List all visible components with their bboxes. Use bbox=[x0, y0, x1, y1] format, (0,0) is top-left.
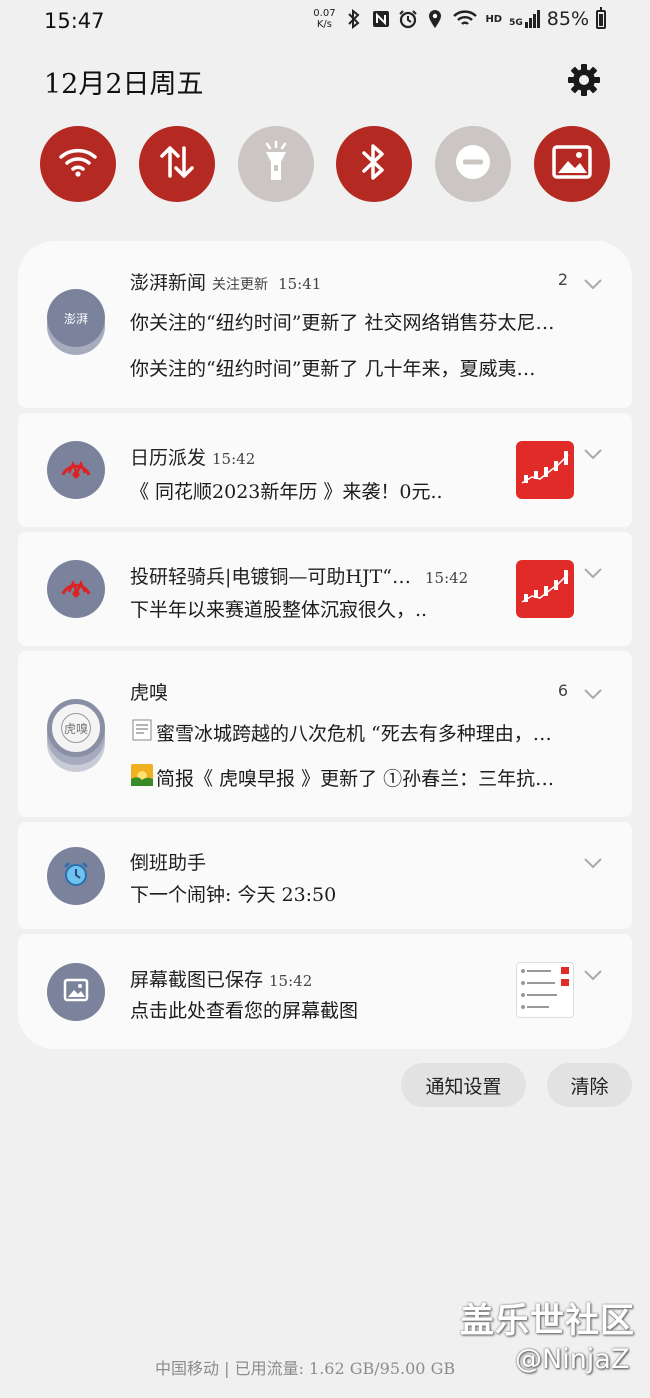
notification-time: 15:42 bbox=[212, 450, 256, 468]
chevron-down-icon[interactable] bbox=[584, 445, 602, 460]
settings-gear-icon[interactable] bbox=[566, 62, 602, 98]
watermark-community: 盖乐世社区 bbox=[460, 1301, 635, 1341]
playing-cards-icon bbox=[59, 455, 93, 485]
app-name: 倒班助手 bbox=[130, 852, 207, 874]
bluetooth-icon bbox=[361, 142, 387, 186]
image-icon bbox=[63, 978, 89, 1006]
app-icon-tonghuashun bbox=[47, 560, 105, 618]
playing-cards-icon bbox=[59, 574, 93, 604]
app-icon-screenshot bbox=[47, 963, 105, 1021]
status-time: 15:47 bbox=[44, 9, 105, 33]
notification-count: 2 bbox=[557, 270, 568, 289]
status-icons: 0.07 K/s HD 5G 85% bbox=[311, 6, 606, 30]
notification-line: 点击此处查看您的屏幕截图 bbox=[130, 1000, 359, 1022]
quick-toggles bbox=[40, 126, 610, 202]
screenshot-thumbnail bbox=[516, 962, 574, 1018]
notification-time: 15:42 bbox=[424, 569, 469, 587]
status-bar: 15:47 0.07 K/s HD 5G 85% bbox=[0, 0, 650, 46]
alarm-clock-icon bbox=[61, 859, 91, 893]
app-name: 日历派发 bbox=[130, 447, 207, 469]
notification-title: 投研轻骑兵|电镀铜—可助HJT“… bbox=[130, 566, 411, 588]
carrier-data-usage: 中国移动 | 已用流量: 1.62 GB/95.00 GB bbox=[155, 1359, 456, 1378]
huxiu-logo-icon: 虎嗅 bbox=[61, 713, 91, 743]
notification-line-row: 简报《 虎嗅早报 》更新了 ①孙春兰：三年抗… bbox=[130, 763, 610, 792]
notification-time: 15:41 bbox=[278, 275, 322, 293]
notification-pengpai[interactable]: 澎湃 澎湃新闻 关注更新 15:41 2 你关注的“纽约时间”更新了 社交网络销售… bbox=[18, 241, 632, 408]
notification-header: 投研轻骑兵|电镀铜—可助HJT“… 15:42 bbox=[130, 562, 468, 589]
notification-calendar-dispatch[interactable]: 日历派发 15:42 《 同花顺2023新年历 》来袭！0元.. bbox=[18, 413, 632, 527]
notification-line: 《 同花顺2023新年历 》来袭！0元.. bbox=[130, 481, 443, 503]
notification-line: 下一个闹钟: 今天 23:50 bbox=[130, 884, 337, 906]
clear-button[interactable]: 清除 bbox=[547, 1063, 632, 1107]
wifi-icon bbox=[58, 146, 98, 182]
chevron-down-icon[interactable] bbox=[584, 685, 602, 700]
notification-line-row: 蜜雪冰城跨越的八次危机 “死去有多种理由，… bbox=[130, 718, 610, 747]
image-icon bbox=[552, 145, 592, 183]
app-name: 屏幕截图已保存 bbox=[130, 969, 264, 991]
bluetooth-icon bbox=[344, 9, 364, 29]
app-icon-tonghuashun bbox=[47, 441, 105, 499]
notification-research[interactable]: 投研轻骑兵|电镀铜—可助HJT“… 15:42 下半年以来赛道股整体沉寂很久，.. bbox=[18, 532, 632, 646]
notification-header: 屏幕截图已保存 15:42 bbox=[130, 965, 312, 992]
stock-chart-thumbnail bbox=[516, 441, 574, 499]
chevron-down-icon[interactable] bbox=[584, 854, 602, 869]
notification-line: 你关注的“纽约时间”更新了 社交网络销售芬太尼… bbox=[130, 312, 555, 334]
notification-line: 你关注的“纽约时间”更新了 几十年来，夏威夷… bbox=[130, 358, 536, 380]
battery-percent: 85% bbox=[546, 8, 589, 30]
notification-line: 蜜雪冰城跨越的八次危机 “死去有多种理由，… bbox=[156, 723, 552, 745]
mobile-data-toggle[interactable] bbox=[138, 126, 215, 202]
app-icon-huxiu: 虎嗅 bbox=[47, 699, 105, 757]
notification-header: 日历派发 15:42 bbox=[130, 443, 255, 470]
notification-line: 简报《 虎嗅早报 》更新了 ①孙春兰：三年抗… bbox=[156, 768, 555, 790]
notification-time: 15:42 bbox=[269, 972, 313, 990]
hd-label: HD bbox=[485, 13, 503, 25]
notification-settings-button[interactable]: 通知设置 bbox=[401, 1063, 526, 1107]
notification-header: 澎湃新闻 关注更新 15:41 bbox=[130, 268, 321, 295]
location-icon bbox=[425, 9, 445, 29]
app-icon-pengpai: 澎湃 bbox=[47, 289, 105, 347]
nfc-icon bbox=[371, 9, 391, 29]
document-icon bbox=[130, 718, 154, 747]
notification-screenshot-saved[interactable]: 屏幕截图已保存 15:42 点击此处查看您的屏幕截图 bbox=[18, 934, 632, 1049]
alarm-icon bbox=[398, 9, 418, 29]
notification-subtitle: 关注更新 bbox=[212, 277, 269, 293]
flashlight-toggle[interactable] bbox=[237, 126, 314, 202]
chevron-down-icon[interactable] bbox=[584, 564, 602, 579]
sunrise-icon bbox=[130, 763, 154, 792]
network-speed: 0.07 K/s bbox=[311, 8, 337, 30]
notification-line: 下半年以来赛道股整体沉寂很久，.. bbox=[130, 599, 428, 621]
battery-icon bbox=[596, 6, 606, 29]
data-transfer-icon bbox=[157, 142, 197, 186]
app-name: 澎湃新闻 bbox=[130, 272, 207, 294]
network-type-label: 5G bbox=[509, 18, 523, 28]
do-not-disturb-icon bbox=[453, 142, 493, 186]
bluetooth-toggle[interactable] bbox=[336, 126, 413, 202]
pengpai-logo-icon: 澎湃 bbox=[63, 311, 88, 326]
wifi-icon bbox=[452, 9, 478, 29]
network-speed-unit: K/s bbox=[316, 19, 332, 30]
stock-chart-thumbnail bbox=[516, 560, 574, 618]
chevron-down-icon[interactable] bbox=[584, 275, 602, 290]
do-not-disturb-toggle[interactable] bbox=[435, 126, 512, 202]
signal-icon: 5G bbox=[509, 10, 540, 28]
date-label: 12月2日周五 bbox=[44, 69, 204, 100]
app-name: 虎嗅 bbox=[130, 682, 169, 704]
chevron-down-icon[interactable] bbox=[584, 966, 602, 981]
app-icon-shift-assistant bbox=[47, 847, 105, 905]
network-speed-value: 0.07 bbox=[313, 8, 336, 19]
wifi-toggle[interactable] bbox=[40, 126, 116, 202]
watermark-username: @NinjaZ bbox=[515, 1344, 630, 1375]
flashlight-icon bbox=[261, 140, 291, 188]
notification-shift-assistant[interactable]: 倒班助手 下一个闹钟: 今天 23:50 bbox=[18, 822, 632, 929]
notification-huxiu[interactable]: 虎嗅 虎嗅 6 蜜雪冰城跨越的八次危机 “死去有多种理由，… 简报《 虎嗅早报 … bbox=[18, 651, 632, 817]
notification-count: 6 bbox=[557, 681, 568, 700]
gallery-toggle[interactable] bbox=[533, 126, 610, 202]
